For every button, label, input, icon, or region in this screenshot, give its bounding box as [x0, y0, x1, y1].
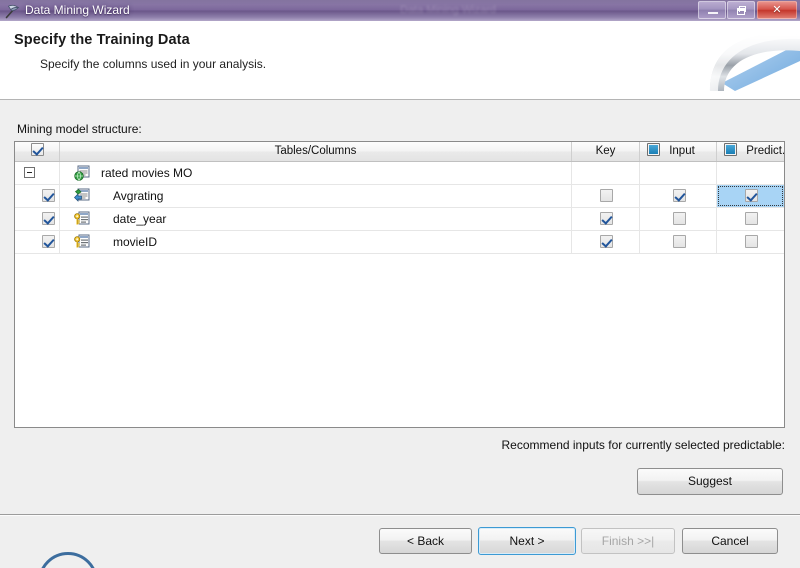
row-predict-cell-selected[interactable] [717, 185, 784, 207]
input-checkbox-icon[interactable] [673, 212, 686, 225]
grid-header-predict[interactable]: Predict... [717, 142, 784, 161]
table-row[interactable]: date_year [15, 208, 784, 231]
mining-structure-grid[interactable]: Tables/Columns Key Input Predict... [14, 141, 785, 428]
title-bar-ghost-text: Data Mining Wizard [400, 4, 496, 16]
row-input-cell[interactable] [640, 185, 717, 207]
finish-button: Finish >>| [581, 528, 675, 554]
predict-checkbox-icon[interactable] [745, 235, 758, 248]
row-checkbox-icon[interactable] [42, 212, 55, 225]
swoosh-ribbon-graphic [680, 21, 800, 99]
restore-button[interactable] [727, 1, 755, 19]
close-icon: ✕ [772, 4, 782, 16]
row-input-cell[interactable] [640, 208, 717, 230]
grid-header-input[interactable]: Input [640, 142, 717, 161]
predict-checkbox-icon[interactable] [745, 212, 758, 225]
page-banner: Specify the Training Data Specify the co… [0, 21, 800, 100]
row-check-cell[interactable] [15, 231, 60, 253]
row-key-cell[interactable] [572, 231, 640, 253]
suggest-button[interactable]: Suggest [637, 468, 783, 495]
row-name-cell[interactable]: date_year [60, 208, 572, 230]
row-predict-cell[interactable] [717, 162, 784, 184]
minimize-button[interactable] [698, 1, 726, 19]
grid-body: rated movies MO Avgrating date_year movi… [15, 162, 784, 254]
column-key-icon [74, 211, 90, 225]
row-name-label: rated movies MO [101, 166, 193, 180]
row-key-cell[interactable] [572, 162, 640, 184]
table-row[interactable]: rated movies MO [15, 162, 784, 185]
grid-header-row: Tables/Columns Key Input Predict... [15, 142, 784, 162]
key-checkbox-icon[interactable] [600, 235, 613, 248]
cancel-button[interactable]: Cancel [682, 528, 778, 554]
column-input-icon [74, 188, 90, 202]
grid-header-key-label: Key [595, 145, 616, 157]
window-title: Data Mining Wizard [25, 3, 130, 17]
page-title: Specify the Training Data [14, 32, 190, 48]
row-checkbox-icon[interactable] [42, 235, 55, 248]
title-bar: Data Mining Wizard Data Mining Wizard ✕ [0, 0, 800, 21]
corner-arc-watermark [38, 552, 98, 568]
checkbox-filled-icon-input[interactable] [647, 143, 660, 156]
row-expander-cell[interactable] [15, 162, 60, 184]
data-mining-wizard-window: Data Mining Wizard Data Mining Wizard ✕ … [0, 0, 800, 568]
back-button[interactable]: < Back [379, 528, 472, 554]
row-name-label: date_year [113, 212, 167, 226]
input-checkbox-icon[interactable] [673, 189, 686, 202]
table-row[interactable]: movieID [15, 231, 784, 254]
grid-header-tables-columns-label: Tables/Columns [274, 145, 357, 157]
row-check-cell[interactable] [15, 208, 60, 230]
minimize-glyph [708, 12, 718, 14]
pickaxe-icon [5, 4, 20, 19]
row-input-cell[interactable] [640, 162, 717, 184]
grid-header-tables-columns[interactable]: Tables/Columns [60, 142, 572, 161]
input-checkbox-icon[interactable] [673, 235, 686, 248]
row-key-cell[interactable] [572, 185, 640, 207]
next-button[interactable]: Next > [478, 527, 576, 555]
page-subtitle: Specify the columns used in your analysi… [40, 57, 267, 71]
checkbox-filled-icon-predict[interactable] [724, 143, 737, 156]
row-name-label: movieID [113, 235, 158, 249]
grid-header-select-all[interactable] [15, 142, 60, 161]
row-name-cell[interactable]: Avgrating [60, 185, 572, 207]
row-name-cell[interactable]: rated movies MO [60, 162, 572, 184]
row-checkbox-icon[interactable] [42, 189, 55, 202]
row-predict-cell[interactable] [717, 208, 784, 230]
table-row[interactable]: Avgrating [15, 185, 784, 208]
row-name-label: Avgrating [113, 189, 164, 203]
predict-checkbox-icon[interactable] [745, 189, 758, 202]
column-key-icon [74, 234, 90, 248]
table-globe-icon [74, 165, 90, 181]
collapse-minus-icon[interactable] [24, 167, 35, 178]
checkbox-checked-icon[interactable] [30, 143, 44, 156]
key-checkbox-icon[interactable] [600, 189, 613, 202]
row-name-cell[interactable]: movieID [60, 231, 572, 253]
grid-header-key[interactable]: Key [572, 142, 640, 161]
row-check-cell[interactable] [15, 185, 60, 207]
grid-header-input-label: Input [669, 145, 695, 157]
row-predict-cell[interactable] [717, 231, 784, 253]
recommend-inputs-label: Recommend inputs for currently selected … [501, 438, 785, 452]
grid-header-predict-label: Predict... [746, 145, 784, 157]
footer-separator-highlight [0, 515, 800, 516]
key-checkbox-icon[interactable] [600, 212, 613, 225]
close-button[interactable]: ✕ [757, 1, 797, 19]
mining-structure-label: Mining model structure: [17, 122, 142, 136]
restore-glyph-front [737, 8, 745, 15]
row-key-cell[interactable] [572, 208, 640, 230]
row-input-cell[interactable] [640, 231, 717, 253]
